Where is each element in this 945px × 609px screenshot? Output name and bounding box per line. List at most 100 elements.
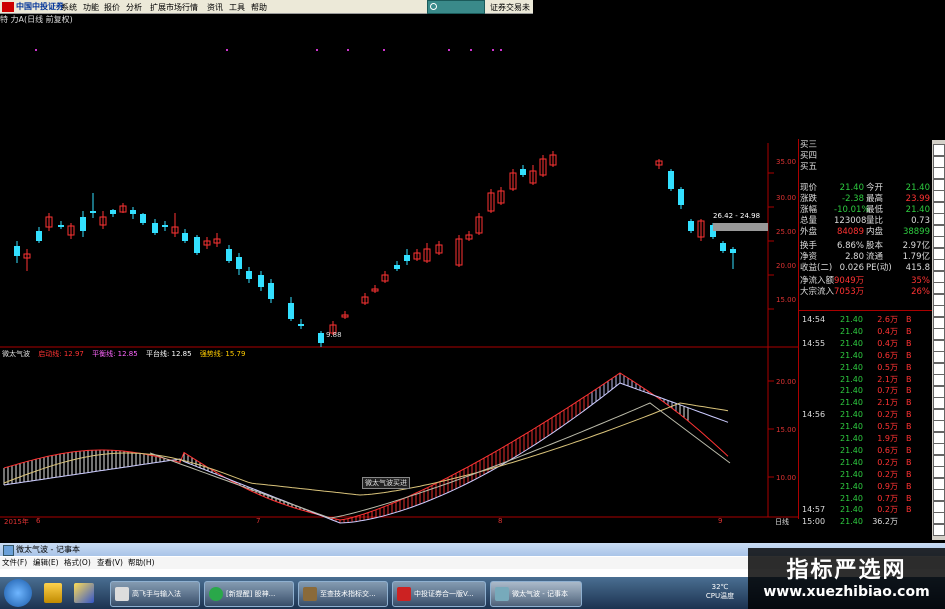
range-label: 26.42 - 24.98 — [713, 212, 761, 220]
tool-icon[interactable] — [933, 282, 945, 294]
window-icon — [303, 587, 317, 601]
tick-volume: 0.5万 — [877, 422, 898, 432]
start-line — [3, 372, 729, 521]
tool-icon[interactable] — [933, 236, 945, 248]
tool-icon[interactable] — [933, 270, 945, 283]
range-bar — [713, 223, 768, 231]
tick-side: B — [906, 326, 912, 336]
menu-quote[interactable]: 报价 — [104, 2, 120, 13]
search-box[interactable] — [427, 0, 485, 14]
period-label[interactable]: 日线 — [775, 517, 789, 527]
trade-tab[interactable]: 证券交易未 — [490, 2, 530, 13]
candle-body — [268, 283, 274, 299]
tool-icon[interactable] — [933, 466, 945, 478]
pinned-app-icon[interactable] — [74, 583, 94, 603]
tool-icon[interactable] — [933, 178, 945, 191]
tool-icon[interactable] — [933, 190, 945, 202]
tool-icon[interactable] — [933, 523, 945, 536]
tick-row: 21.40 0.6万 B — [800, 445, 932, 456]
menu-system[interactable]: 系统 — [61, 2, 77, 13]
date-tick: 2015年 — [4, 518, 29, 526]
tool-icon[interactable] — [933, 351, 945, 363]
taskbar-item-broker[interactable]: 中投证券合一版V... — [392, 581, 486, 607]
start-button[interactable] — [4, 579, 32, 607]
ask-label: 买三 — [800, 140, 818, 150]
tool-icon[interactable] — [933, 316, 945, 329]
tick-time: 14:57 — [802, 505, 826, 515]
tick-row: 21.40 0.7万 B — [800, 493, 932, 504]
panel-divider — [798, 139, 799, 519]
tick-row: 21.40 0.5万 B — [800, 362, 932, 373]
tool-icon[interactable] — [933, 328, 945, 340]
tool-icon[interactable] — [933, 305, 945, 317]
menu-info[interactable]: 资讯 — [207, 2, 223, 13]
candle-body — [14, 246, 20, 256]
tool-icon[interactable] — [933, 443, 945, 455]
tool-icon[interactable] — [933, 489, 945, 501]
buy-signal-label: 微太气波买进 — [362, 477, 410, 489]
notepad-menu-format[interactable]: 格式(O) — [64, 557, 91, 569]
taskbar-item-label: 至查技术指标交... — [320, 590, 376, 598]
broker-logo: 中国中投证券 — [2, 1, 64, 12]
notepad-menu-view[interactable]: 查看(V) — [97, 557, 123, 569]
tool-icon[interactable] — [933, 454, 945, 467]
tool-icon[interactable] — [933, 167, 945, 179]
quote-label: 总量 — [800, 216, 818, 226]
tool-icon[interactable] — [933, 213, 945, 225]
menu-analysis[interactable]: 分析 — [126, 2, 142, 13]
quote-label: 净流入额 — [800, 276, 835, 286]
notepad-menu-file[interactable]: 文件(F) — [2, 557, 27, 569]
tool-icon[interactable] — [933, 397, 945, 409]
taskbar-item-input[interactable]: 高飞手与输入法 — [110, 581, 200, 607]
notepad-icon — [3, 545, 14, 556]
quote-value: 35% — [911, 276, 930, 286]
cpu-temperature: 32℃ CPU温度 — [700, 583, 740, 601]
date-tick: 6 — [36, 517, 41, 525]
tool-icon[interactable] — [933, 500, 945, 513]
tool-icon[interactable] — [933, 201, 945, 214]
menu-tools[interactable]: 工具 — [229, 2, 245, 13]
tool-icon[interactable] — [933, 293, 945, 306]
tick-price: 21.40 — [840, 362, 863, 372]
menu-extended-market[interactable]: 扩展市场行情 — [150, 2, 198, 13]
taskbar-item-query[interactable]: 至查技术指标交... — [298, 581, 388, 607]
price-tick: 35.00 — [776, 158, 797, 166]
tool-icon[interactable] — [933, 374, 945, 386]
tick-volume: 2.6万 — [877, 315, 898, 324]
tick-price: 21.40 — [840, 481, 863, 491]
tool-icon[interactable] — [933, 431, 945, 444]
tool-icon[interactable] — [933, 247, 945, 260]
tick-volume: 0.4万 — [877, 338, 898, 348]
marker-dot — [347, 49, 349, 51]
tool-icon[interactable] — [933, 155, 945, 168]
tool-icon[interactable] — [933, 420, 945, 432]
quote-value: 23.99 — [905, 194, 930, 204]
taskbar-item-browser[interactable]: [新提醒] 股神... — [204, 581, 294, 607]
quote-label: 内盘 — [866, 227, 884, 237]
tool-icon[interactable] — [933, 339, 945, 352]
notepad-menu-edit[interactable]: 编辑(E) — [33, 557, 59, 569]
tool-icon[interactable] — [933, 144, 945, 156]
price-tick: 30.00 — [776, 194, 797, 202]
tool-icon[interactable] — [933, 259, 945, 271]
tool-icon[interactable] — [933, 385, 945, 398]
tool-icon[interactable] — [933, 408, 945, 421]
price-tick: 20.00 — [776, 262, 797, 270]
menu-function[interactable]: 功能 — [83, 2, 99, 13]
notepad-menu-help[interactable]: 帮助(H) — [128, 557, 155, 569]
menu-help[interactable]: 帮助 — [251, 2, 267, 13]
tick-volume: 0.6万 — [877, 350, 898, 360]
tick-side: B — [906, 362, 912, 372]
taskbar-item-notepad[interactable]: 微太气波 - 记事本 — [490, 581, 582, 607]
pinned-explorer-icon[interactable] — [44, 583, 62, 603]
tick-volume: 0.9万 — [877, 481, 898, 491]
price-chart[interactable] — [0, 13, 798, 531]
tool-icon[interactable] — [933, 224, 945, 237]
indicator-tick: 20.00 — [776, 378, 797, 386]
date-axis: 2015年 6 7 8 9 日线 — [0, 517, 798, 527]
candle-body — [110, 210, 116, 214]
candle-body — [668, 171, 674, 189]
tool-icon[interactable] — [933, 477, 945, 490]
tool-icon[interactable] — [933, 362, 945, 375]
tool-icon[interactable] — [933, 512, 945, 524]
